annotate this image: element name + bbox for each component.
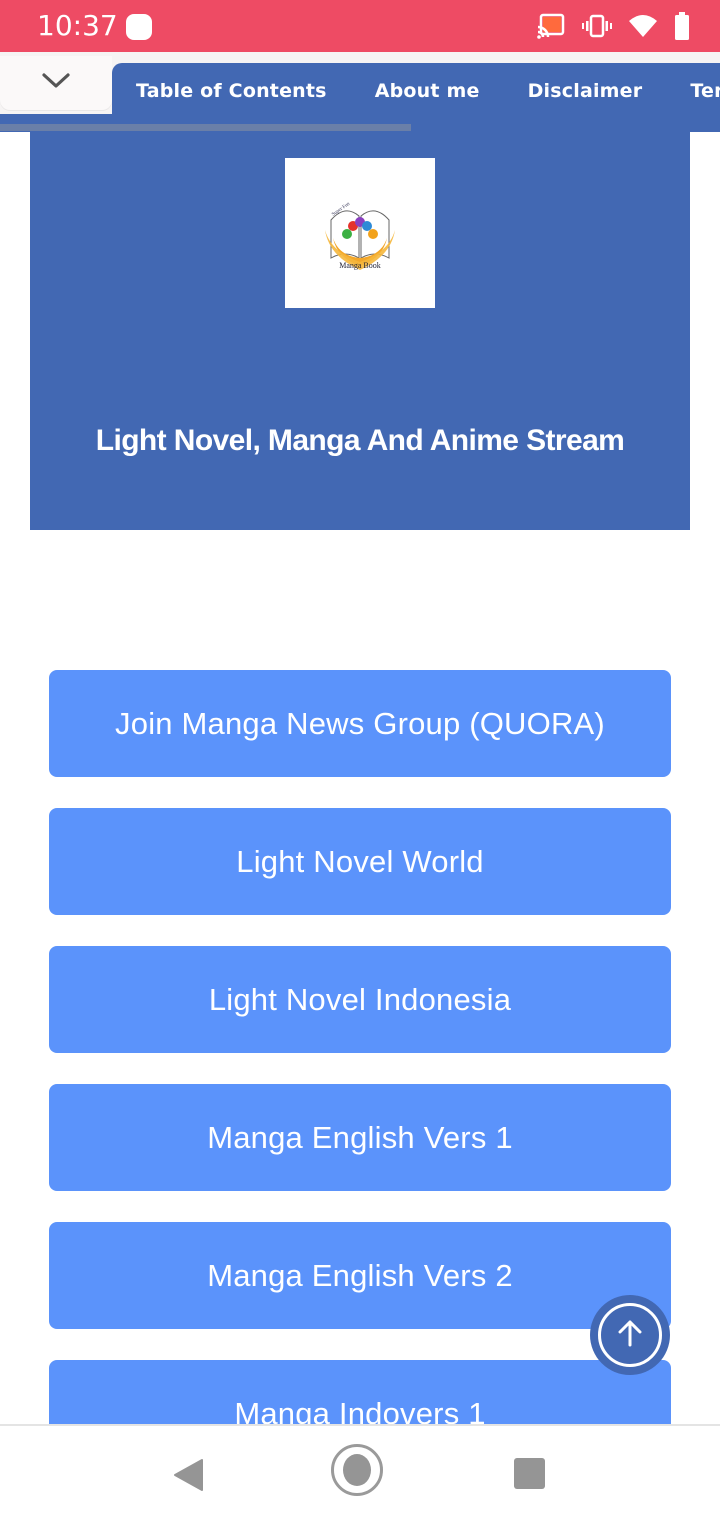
nav-scroll-indicator[interactable] <box>0 124 411 131</box>
top-navigation: Table of Contents About me Disclaimer Te… <box>0 52 720 132</box>
battery-icon <box>674 12 690 40</box>
manga-book-logo-icon: Manga Book Super Fun <box>325 201 395 270</box>
status-icons <box>536 12 690 40</box>
link-button-manga-english-vers-2[interactable]: Manga English Vers 2 <box>49 1222 671 1329</box>
cast-icon <box>536 13 566 39</box>
notification-dot-icon <box>126 14 152 40</box>
status-time: 10:37 <box>37 9 118 42</box>
vibrate-icon <box>582 13 612 39</box>
home-dot <box>343 1454 371 1486</box>
menu-toggle-button[interactable] <box>0 56 112 110</box>
nav-links: Table of Contents About me Disclaimer Te… <box>136 80 720 102</box>
svg-text:Manga Book: Manga Book <box>339 261 381 270</box>
back-to-top-ring <box>598 1303 662 1367</box>
link-button-join-manga-news-group[interactable]: Join Manga News Group (QUORA) <box>49 670 671 777</box>
back-to-top-button[interactable] <box>590 1295 670 1375</box>
home-icon[interactable] <box>331 1444 383 1496</box>
recents-icon[interactable] <box>514 1458 545 1489</box>
status-bar: 10:37 <box>0 0 720 52</box>
link-button-manga-english-vers-1[interactable]: Manga English Vers 1 <box>49 1084 671 1191</box>
site-title: Light Novel, Manga And Anime Stream <box>95 424 625 457</box>
site-header: Manga Book Super Fun Light Novel, Manga … <box>30 132 690 530</box>
nav-link-terms[interactable]: Terms <box>690 80 720 102</box>
system-navigation-bar <box>0 1424 720 1522</box>
wifi-icon <box>628 13 658 39</box>
link-button-light-novel-indonesia[interactable]: Light Novel Indonesia <box>49 946 671 1053</box>
nav-link-disclaimer[interactable]: Disclaimer <box>528 80 643 102</box>
nav-link-about-me[interactable]: About me <box>375 80 480 102</box>
arrow-up-icon <box>615 1318 645 1353</box>
link-button-light-novel-world[interactable]: Light Novel World <box>49 808 671 915</box>
back-icon[interactable] <box>172 1458 204 1497</box>
chevron-down-icon <box>41 72 71 95</box>
nav-link-table-of-contents[interactable]: Table of Contents <box>136 80 327 102</box>
site-logo[interactable]: Manga Book Super Fun <box>285 158 435 308</box>
